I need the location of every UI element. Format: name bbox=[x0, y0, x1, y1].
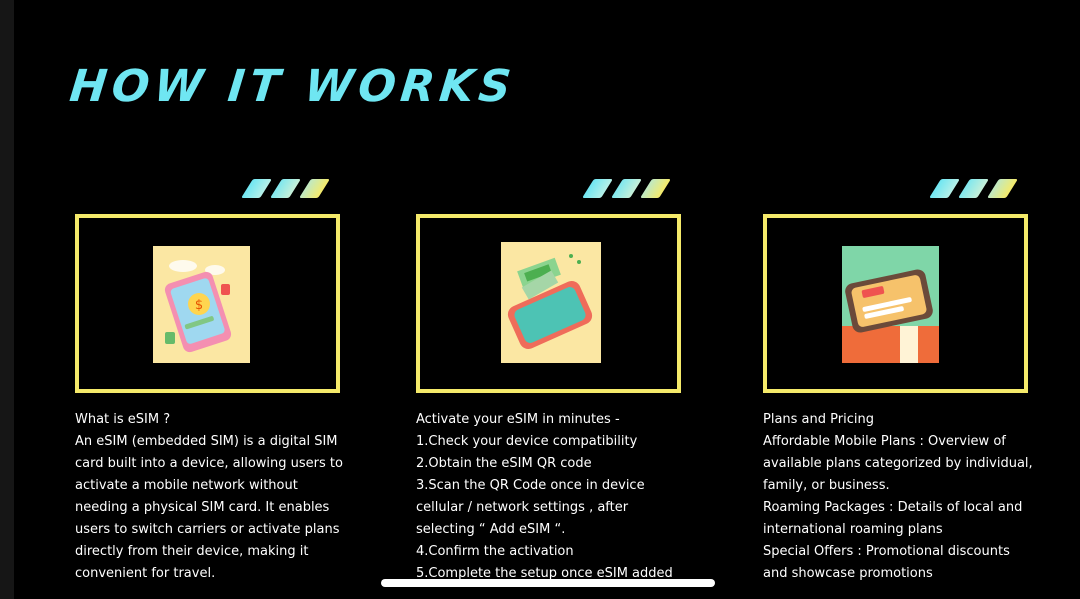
card-plans-pricing: Plans and Pricing Affordable Mobile Plan… bbox=[763, 0, 1043, 599]
card-activate-esim: Activate your eSIM in minutes - 1.Check … bbox=[416, 0, 696, 599]
card-heading: Activate your eSIM in minutes - bbox=[416, 412, 620, 427]
phone-payment-illustration: $ bbox=[153, 246, 250, 363]
card-image-frame: $ bbox=[75, 214, 340, 393]
card-heading: Plans and Pricing bbox=[763, 412, 874, 427]
phone-plans-illustration bbox=[842, 246, 939, 363]
card-steps: 1.Check your device compatibility 2.Obta… bbox=[416, 434, 673, 581]
card-heading: What is eSIM ? bbox=[75, 412, 171, 427]
home-indicator-bar[interactable] bbox=[381, 579, 715, 587]
card-description: Affordable Mobile Plans : Overview of av… bbox=[763, 434, 1033, 581]
decorative-stripes bbox=[241, 179, 330, 198]
card-image-frame bbox=[763, 214, 1028, 393]
card-image-frame bbox=[416, 214, 681, 393]
svg-text:$: $ bbox=[195, 298, 203, 313]
phone-money-illustration bbox=[501, 242, 601, 363]
left-edge-bar bbox=[0, 0, 14, 599]
decorative-stripes bbox=[582, 179, 671, 198]
card-description: An eSIM (embedded SIM) is a digital SIM … bbox=[75, 434, 343, 581]
card-what-is-esim: $ What is eSIM ? An eSIM (embedded SIM) … bbox=[75, 0, 355, 599]
decorative-stripes bbox=[929, 179, 1018, 198]
